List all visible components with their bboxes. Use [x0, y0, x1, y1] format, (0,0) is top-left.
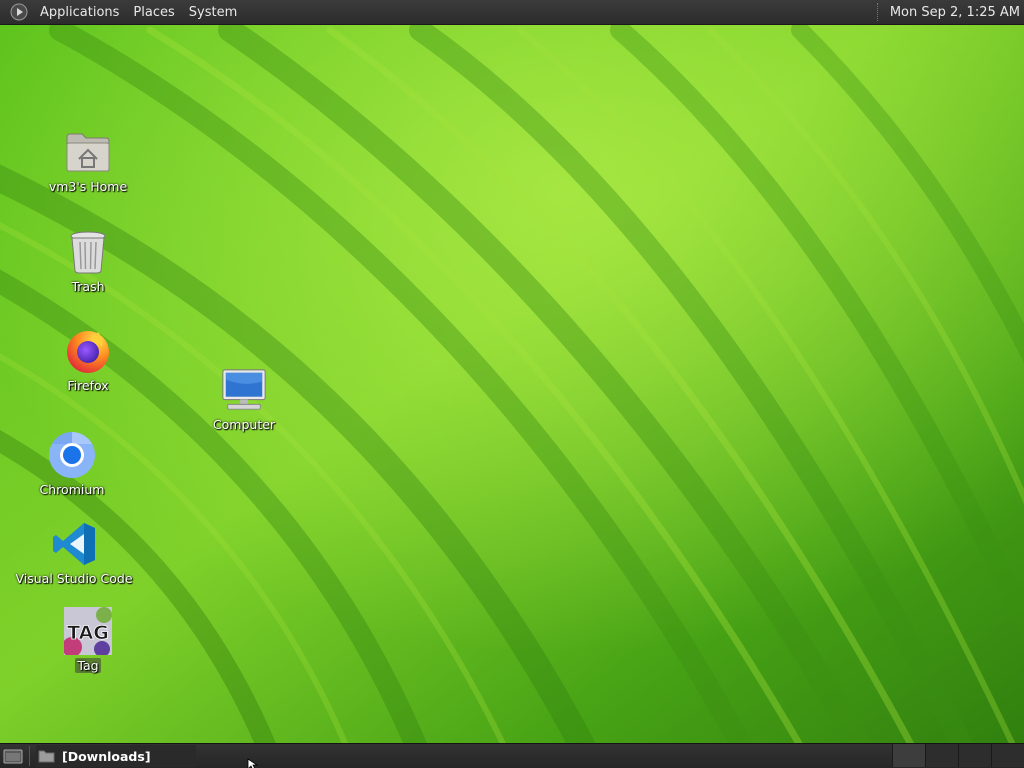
show-desktop-button[interactable] — [1, 744, 25, 768]
places-menu[interactable]: Places — [126, 0, 181, 25]
clock[interactable]: Mon Sep 2, 1:25 AM — [890, 0, 1024, 25]
desktop-icon-trash[interactable]: Trash — [28, 228, 148, 294]
firefox-icon — [64, 327, 112, 375]
show-desktop-icon — [3, 749, 23, 764]
system-menu[interactable]: System — [182, 0, 244, 25]
workspace-3[interactable] — [958, 744, 991, 767]
workspace-switcher — [892, 744, 1024, 768]
workspace-4[interactable] — [991, 744, 1024, 767]
tag-image-icon: TAG — [64, 607, 112, 655]
home-folder-icon — [64, 128, 112, 176]
desktop-icon-label: vm3's Home — [48, 179, 128, 194]
desktop-wallpaper — [0, 0, 1024, 768]
workspace-2[interactable] — [925, 744, 958, 767]
desktop-icon-vscode[interactable]: Visual Studio Code — [14, 520, 134, 586]
task-button-downloads[interactable]: [Downloads] — [36, 745, 196, 767]
mouse-cursor-icon — [247, 758, 259, 768]
desktop-icon-label: Firefox — [67, 378, 109, 393]
chromium-icon — [48, 431, 96, 479]
tag-image-text: TAG — [67, 622, 109, 644]
desktop-icon-firefox[interactable]: Firefox — [28, 327, 148, 393]
panel-separator — [29, 746, 30, 766]
task-button-label: [Downloads] — [62, 748, 151, 764]
desktop-icon-computer[interactable]: Computer — [184, 366, 304, 432]
desktop-icon-label: Visual Studio Code — [15, 571, 133, 586]
desktop-icon-label: Chromium — [39, 482, 105, 497]
folder-icon — [38, 748, 56, 764]
trash-icon — [64, 228, 112, 276]
computer-icon — [220, 366, 268, 414]
desktop-icon-tag[interactable]: TAG Tag — [28, 607, 148, 673]
desktop-icon-home[interactable]: vm3's Home — [28, 128, 148, 194]
top-panel: Applications Places System Mon Sep 2, 1:… — [0, 0, 1024, 25]
desktop-icon-label: Tag — [75, 658, 101, 673]
panel-separator — [876, 3, 880, 21]
desktop-icon-label: Computer — [212, 417, 276, 432]
leaf-wallpaper-image — [0, 0, 1024, 768]
desktop-icon-label: Trash — [71, 279, 105, 294]
desktop-icon-chromium[interactable]: Chromium — [12, 431, 132, 497]
vscode-icon — [50, 520, 98, 568]
workspace-1[interactable] — [892, 744, 925, 767]
distro-logo-icon[interactable] — [9, 2, 29, 22]
bottom-panel: [Downloads] — [0, 743, 1024, 768]
applications-menu[interactable]: Applications — [33, 0, 126, 25]
